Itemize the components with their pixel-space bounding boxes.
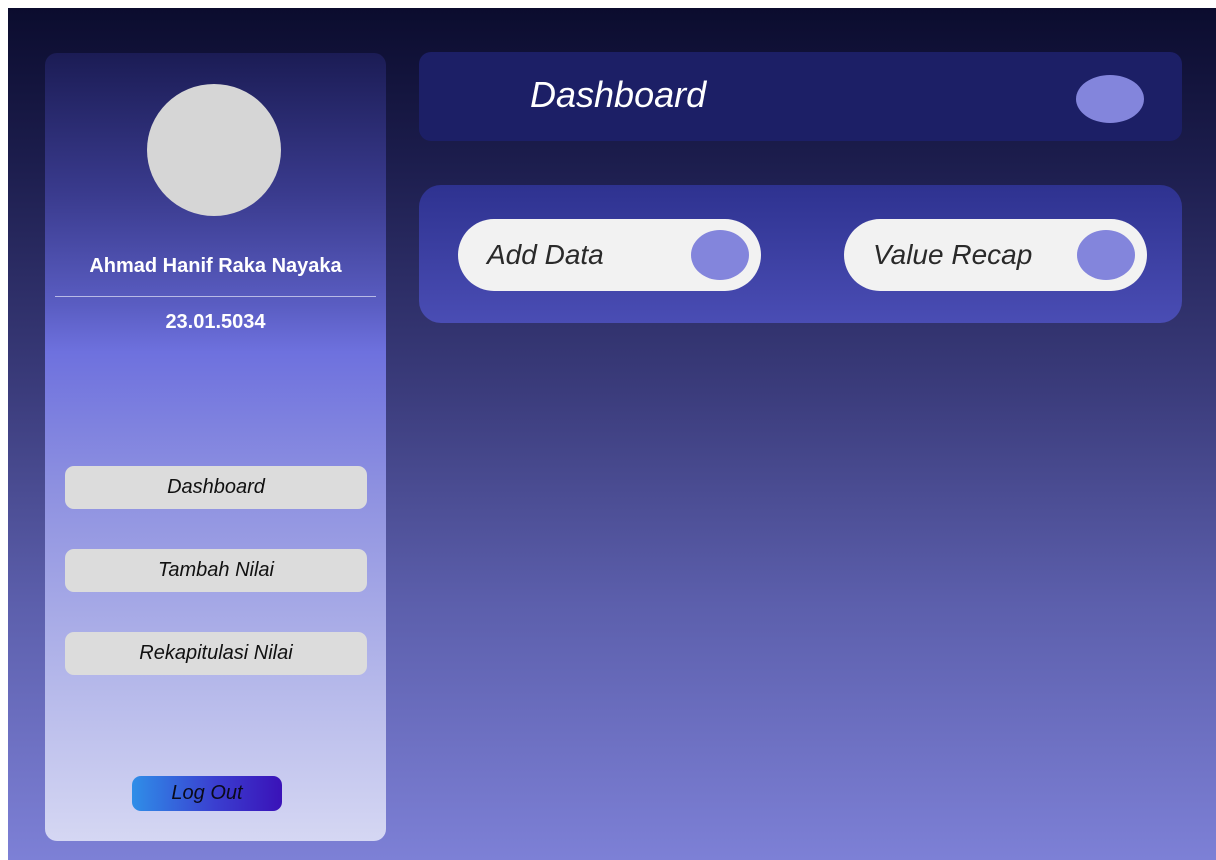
action-panel: Add Data Value Recap: [419, 185, 1182, 323]
app-background: Ahmad Hanif Raka Nayaka 23.01.5034 Dashb…: [8, 8, 1216, 860]
add-data-button[interactable]: Add Data: [458, 219, 761, 291]
sidebar: Ahmad Hanif Raka Nayaka 23.01.5034 Dashb…: [45, 53, 386, 841]
value-recap-button[interactable]: Value Recap: [844, 219, 1147, 291]
avatar: [147, 84, 281, 216]
value-recap-label: Value Recap: [873, 239, 1033, 270]
nav-tambah-nilai-button[interactable]: Tambah Nilai: [65, 549, 367, 592]
add-data-circle-icon: [691, 230, 749, 280]
add-data-label: Add Data: [487, 239, 604, 270]
page-title: Dashboard: [530, 74, 707, 115]
user-id: 23.01.5034: [165, 311, 266, 333]
user-name: Ahmad Hanif Raka Nayaka: [89, 255, 342, 277]
value-recap-circle-icon: [1077, 230, 1135, 280]
sidebar-divider: [55, 296, 376, 297]
profile-circle-icon[interactable]: [1076, 75, 1144, 123]
header-bar: Dashboard: [419, 52, 1182, 141]
nav-dashboard-button[interactable]: Dashboard: [65, 466, 367, 509]
nav-rekapitulasi-nilai-button[interactable]: Rekapitulasi Nilai: [65, 632, 367, 675]
logout-button[interactable]: Log Out: [132, 776, 282, 811]
